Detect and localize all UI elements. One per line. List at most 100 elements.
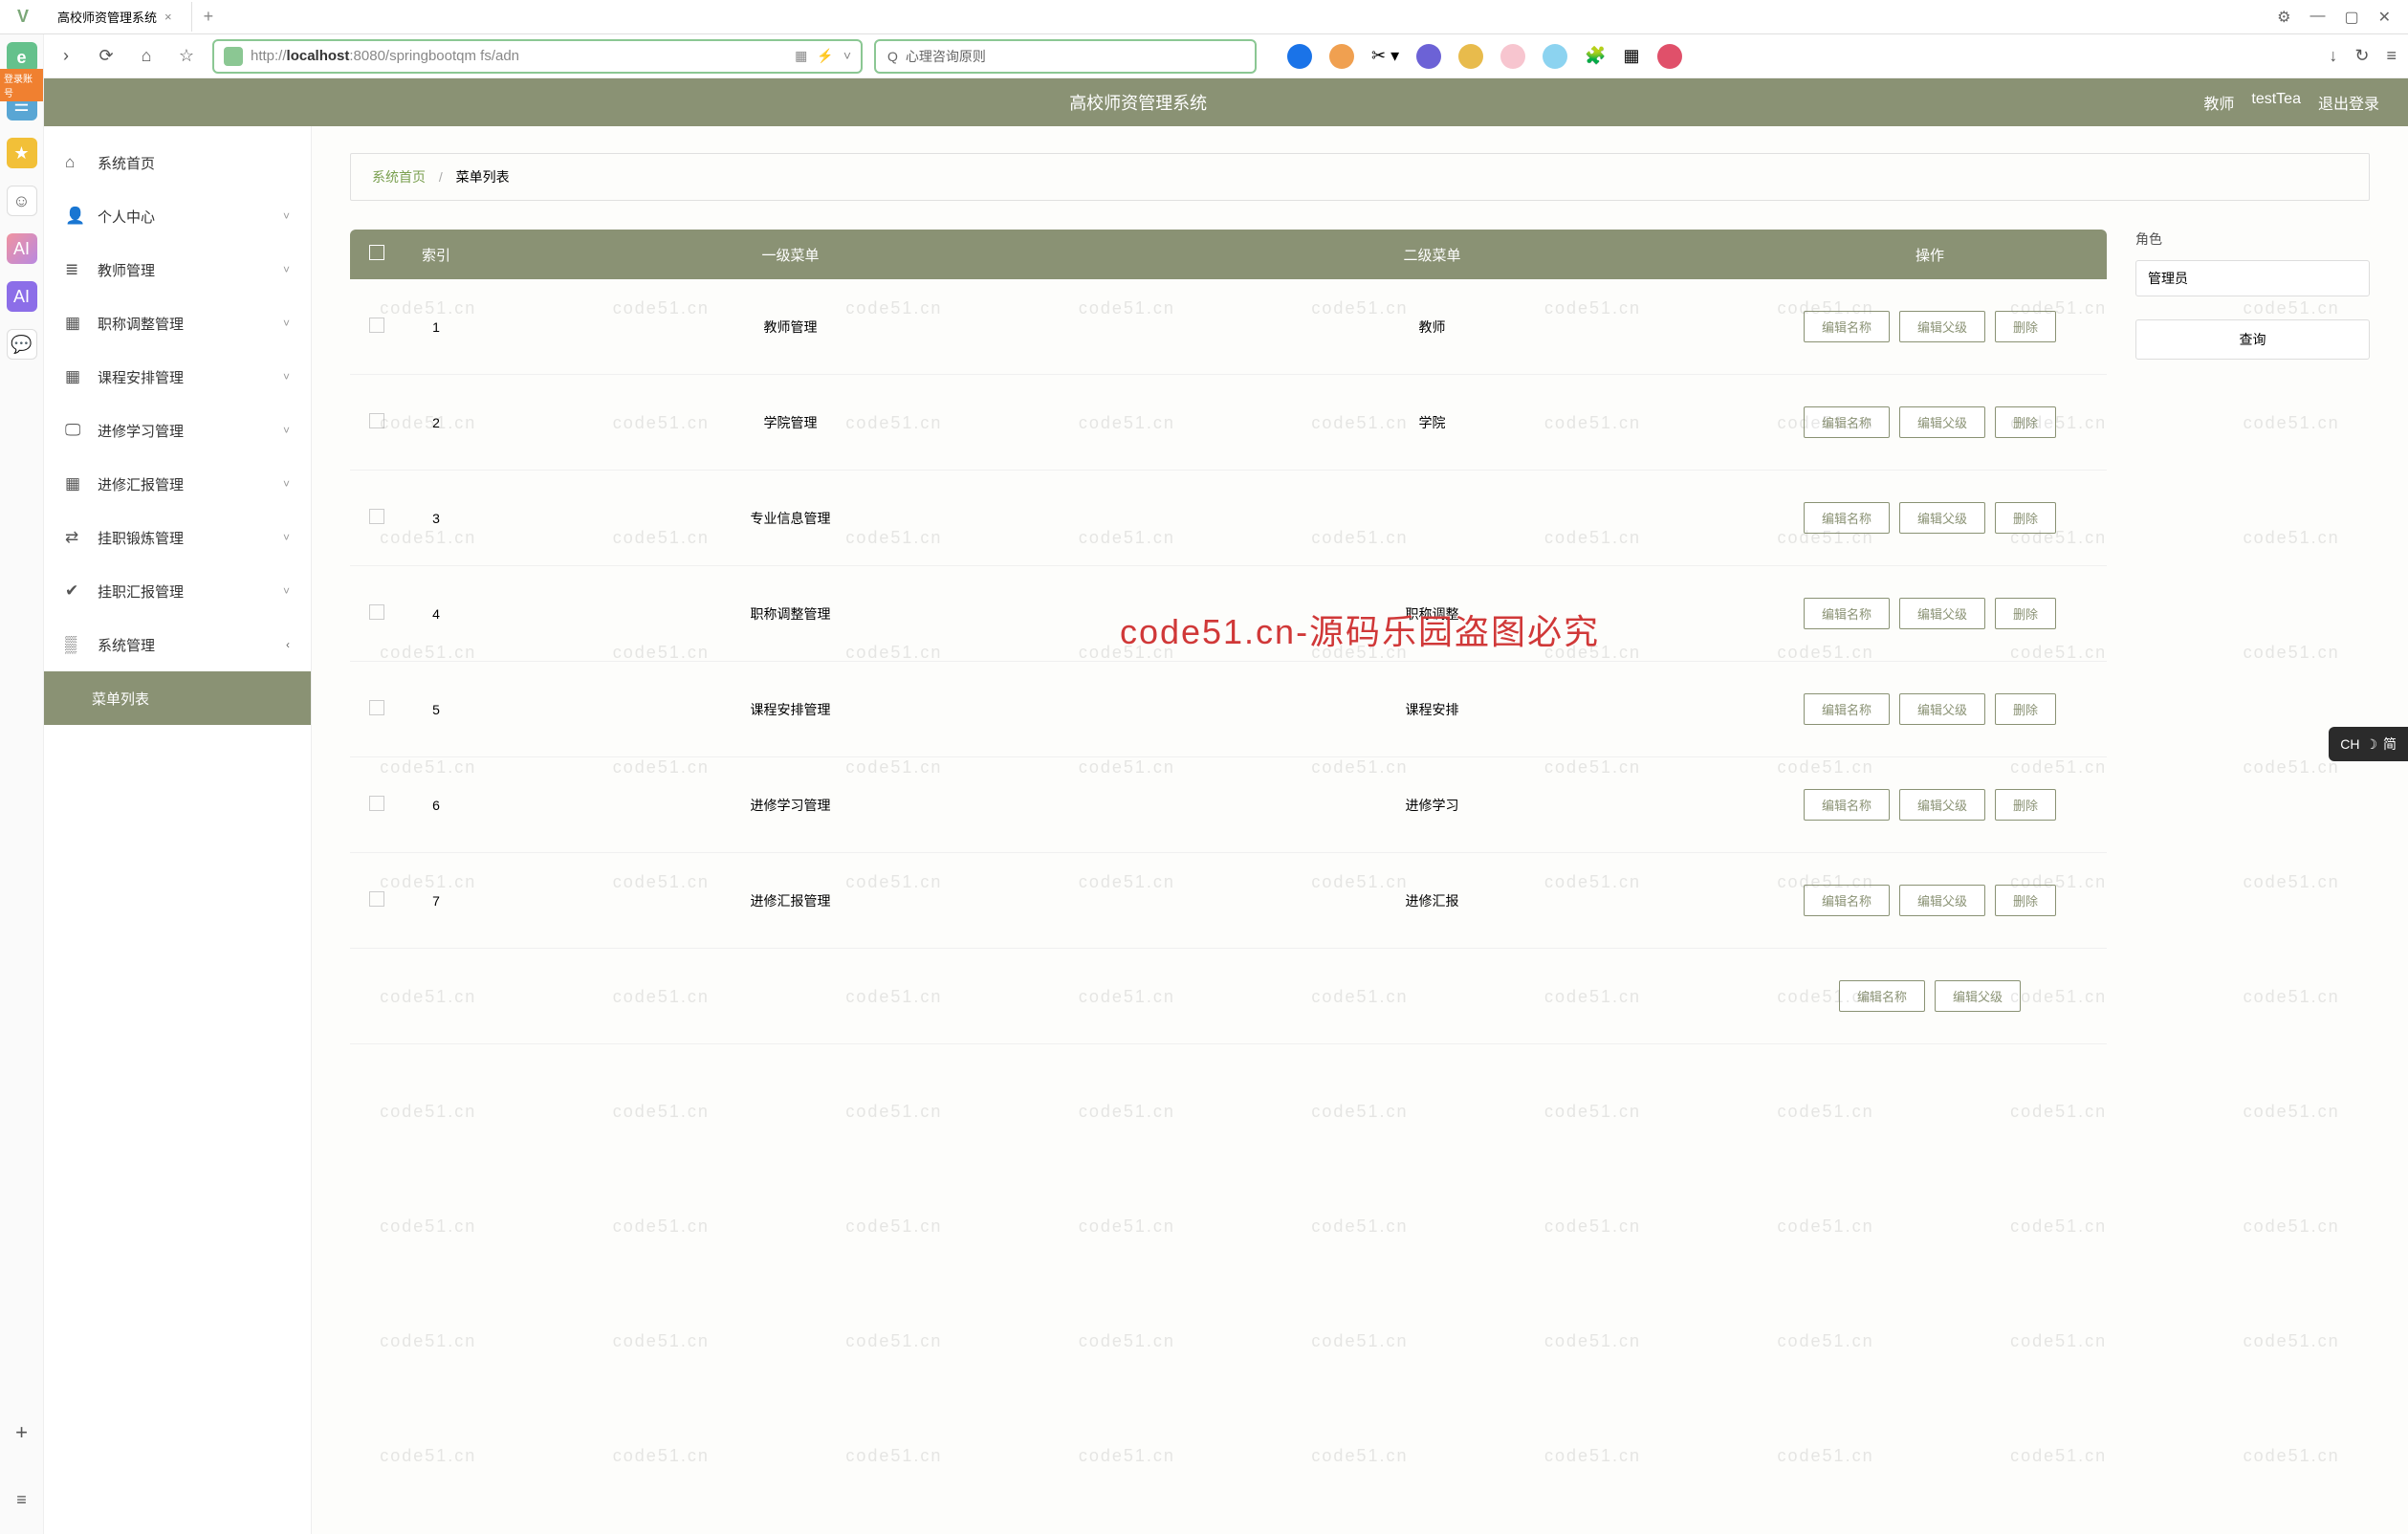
menu-icon-1: 👤 (65, 207, 84, 226)
download-icon[interactable]: ↓ (2329, 46, 2337, 66)
edit-name-button[interactable]: 编辑名称 (1839, 980, 1925, 1012)
menu-label-9: 系统管理 (98, 635, 155, 655)
chevron-icon-9: ‹ (286, 638, 290, 651)
edit-parent-button[interactable]: 编辑父级 (1899, 693, 1985, 725)
search-box[interactable]: Q 心理咨询原则 (874, 39, 1257, 74)
menu-icon-5: 🖵 (65, 421, 84, 440)
nav-reload-icon[interactable]: ⟳ (92, 42, 120, 71)
edit-name-button[interactable]: 编辑名称 (1804, 885, 1890, 916)
app-title: 高校师资管理系统 (73, 90, 2203, 115)
edit-name-button[interactable]: 编辑名称 (1804, 406, 1890, 438)
window-minimize-icon[interactable]: — (2309, 8, 2325, 27)
delete-button[interactable]: 删除 (1995, 406, 2056, 438)
scissors-icon[interactable]: ✂ ▾ (1371, 46, 1399, 66)
delete-button[interactable]: 删除 (1995, 885, 2056, 916)
delete-button[interactable]: 删除 (1995, 598, 2056, 629)
dock-ai1-icon[interactable]: AI (7, 233, 37, 264)
new-tab-button[interactable]: + (192, 7, 226, 27)
sidebar-item-6[interactable]: ▦ 进修汇报管理 ˅ (44, 457, 311, 511)
row-level1: 进修学习管理 (470, 796, 1111, 815)
sidebar-item-1[interactable]: 👤 个人中心 ˅ (44, 189, 311, 243)
edit-parent-button[interactable]: 编辑父级 (1899, 885, 1985, 916)
delete-button[interactable]: 删除 (1995, 789, 2056, 821)
edit-name-button[interactable]: 编辑名称 (1804, 502, 1890, 534)
row-checkbox[interactable] (369, 604, 384, 620)
edit-parent-button[interactable]: 编辑父级 (1899, 598, 1985, 629)
nav-forward-icon[interactable]: › (52, 42, 80, 71)
edit-parent-button[interactable]: 编辑父级 (1899, 311, 1985, 342)
row-checkbox[interactable] (369, 700, 384, 715)
qr-icon[interactable]: ▦ (795, 48, 807, 64)
sidebar-item-7[interactable]: ⇄ 挂职锻炼管理 ˅ (44, 511, 311, 564)
row-checkbox[interactable] (369, 891, 384, 907)
window-maximize-icon[interactable]: ▢ (2344, 8, 2358, 27)
edit-parent-button[interactable]: 编辑父级 (1935, 980, 2021, 1012)
edit-parent-button[interactable]: 编辑父级 (1899, 406, 1985, 438)
edit-name-button[interactable]: 编辑名称 (1804, 693, 1890, 725)
shield-icon (224, 47, 243, 66)
nav-home-icon[interactable]: ⌂ (132, 42, 161, 71)
select-all-checkbox[interactable] (369, 245, 384, 260)
ime-badge[interactable]: CH ☽ 简 (2329, 727, 2408, 761)
edit-name-button[interactable]: 编辑名称 (1804, 598, 1890, 629)
row-index: 4 (403, 606, 470, 622)
address-bar[interactable]: http://localhost:8080/springbootqm fs/ad… (212, 39, 863, 74)
ext-6-icon[interactable] (1458, 44, 1483, 69)
browser-tab[interactable]: 高校师资管理系统 × (38, 2, 192, 32)
sidebar-item-5[interactable]: 🖵 进修学习管理 ˅ (44, 404, 311, 457)
sidebar-item-0[interactable]: ⌂ 系统首页 (44, 136, 311, 189)
chevron-down-icon[interactable]: ˅ (843, 48, 851, 64)
menu-icon-7: ⇄ (65, 528, 84, 547)
row-checkbox[interactable] (369, 413, 384, 428)
bolt-icon[interactable]: ⚡ (817, 48, 833, 64)
tab-close-icon[interactable]: × (164, 10, 172, 24)
settings-icon[interactable]: ⚙ (2277, 8, 2290, 27)
sidebar-item-3[interactable]: ▦ 职称调整管理 ˅ (44, 296, 311, 350)
table-row: 编辑名称 编辑父级 (350, 949, 2107, 1044)
breadcrumb: 系统首页 / 菜单列表 (350, 153, 2370, 201)
dock-add-icon[interactable]: + (7, 1417, 37, 1448)
dock-ai2-icon[interactable]: AI (7, 281, 37, 312)
row-checkbox[interactable] (369, 318, 384, 333)
breadcrumb-current: 菜单列表 (456, 169, 510, 185)
puzzle-icon[interactable]: 🧩 (1585, 46, 1606, 66)
table-row: 2 学院管理 学院 编辑名称 编辑父级 删除 (350, 375, 2107, 471)
user-role: 教师 (2203, 91, 2234, 114)
delete-button[interactable]: 删除 (1995, 311, 2056, 342)
logout-link[interactable]: 退出登录 (2318, 91, 2379, 114)
dock-chat2-icon[interactable]: 💬 (7, 329, 37, 360)
row-checkbox[interactable] (369, 509, 384, 524)
ext-badge-icon[interactable] (1657, 44, 1682, 69)
delete-button[interactable]: 删除 (1995, 502, 2056, 534)
ext-translate-icon[interactable] (1416, 44, 1441, 69)
dock-login-label[interactable]: 登录账号 (0, 69, 43, 101)
sidebar-item-8[interactable]: ✔ 挂职汇报管理 ˅ (44, 564, 311, 618)
search-button[interactable]: 查询 (2135, 319, 2370, 360)
window-close-icon[interactable]: ✕ (2378, 8, 2391, 27)
edit-name-button[interactable]: 编辑名称 (1804, 789, 1890, 821)
nav-bookmark-icon[interactable]: ☆ (172, 42, 201, 71)
edit-name-button[interactable]: 编辑名称 (1804, 311, 1890, 342)
dock-list-icon[interactable]: ≡ (7, 1484, 37, 1515)
sidebar-item-4[interactable]: ▦ 课程安排管理 ˅ (44, 350, 311, 404)
role-input[interactable] (2135, 260, 2370, 296)
ext-mail-icon[interactable] (1287, 44, 1312, 69)
breadcrumb-home[interactable]: 系统首页 (372, 169, 426, 185)
ext-weibo-icon[interactable] (1329, 44, 1354, 69)
menu-table: 索引 一级菜单 二级菜单 操作 1 教师管理 教师 编辑名称 编辑父级 删除 2… (350, 230, 2107, 1044)
edit-parent-button[interactable]: 编辑父级 (1899, 789, 1985, 821)
sidebar-sub-menu-list[interactable]: 菜单列表 (44, 671, 311, 725)
history-icon[interactable]: ↻ (2354, 46, 2369, 66)
dock-chat-icon[interactable]: ☺ (7, 186, 37, 216)
sidebar-item-9[interactable]: ▒ 系统管理 ‹ (44, 618, 311, 671)
menu-icon[interactable]: ≡ (2386, 46, 2397, 66)
delete-button[interactable]: 删除 (1995, 693, 2056, 725)
grid-icon[interactable]: ▦ (1624, 46, 1640, 66)
edit-parent-button[interactable]: 编辑父级 (1899, 502, 1985, 534)
dock-star-icon[interactable]: ★ (7, 138, 37, 168)
row-checkbox[interactable] (369, 796, 384, 811)
sidebar-item-2[interactable]: ≣ 教师管理 ˅ (44, 243, 311, 296)
ext-8-icon[interactable] (1543, 44, 1567, 69)
ext-7-icon[interactable] (1500, 44, 1525, 69)
url-text: http://localhost:8080/springbootqm fs/ad… (251, 48, 519, 64)
